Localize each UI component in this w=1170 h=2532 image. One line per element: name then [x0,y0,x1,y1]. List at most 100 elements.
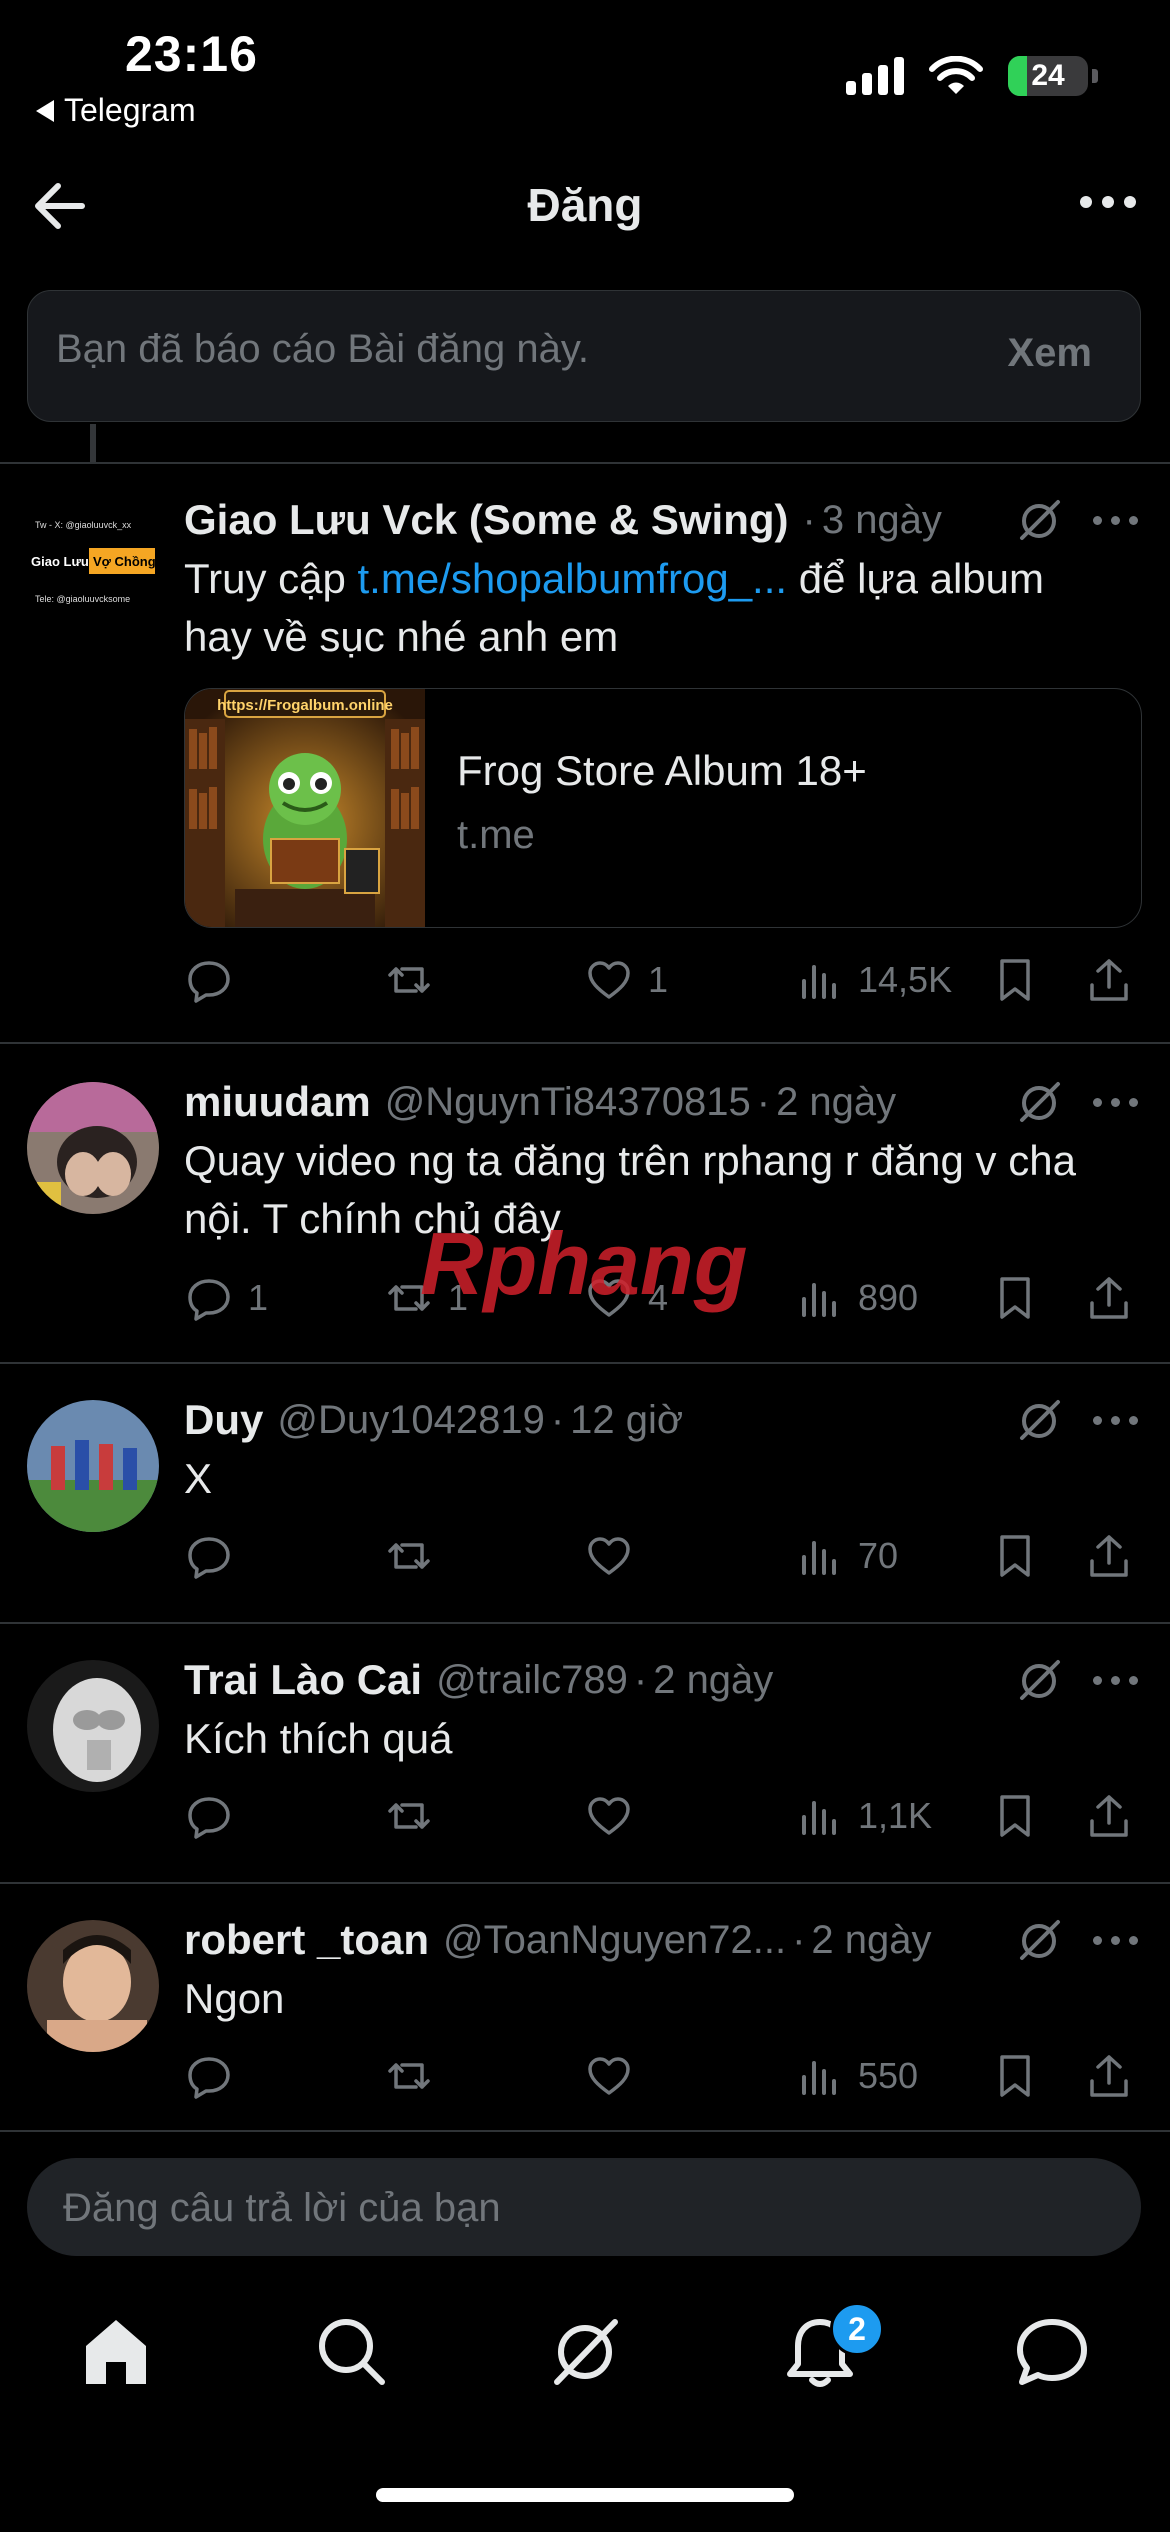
post-time[interactable]: 2 ngày [776,1080,896,1125]
views-button[interactable]: 550 [794,2046,918,2106]
avatar[interactable] [27,1920,159,2052]
link-card-domain: t.me [457,813,535,857]
post-detail-screen: 23:16 Telegram 24 Đăng Bạn đã báo cáo Bà… [0,0,1170,2532]
post-more-icon[interactable] [1093,1676,1138,1685]
views-count: 70 [858,1535,899,1576]
like-button[interactable] [584,1786,648,1846]
search-icon[interactable] [312,2312,392,2392]
share-icon[interactable] [1084,950,1134,1010]
post-link[interactable]: t.me/shopalbumfrog_... [358,555,788,602]
reply-button[interactable] [184,950,248,1010]
avatar-logo: Tw - X: @giaoluuvck_xx Giao Lưu Vợ Chồng… [27,490,159,622]
grok-icon[interactable] [1016,1398,1062,1444]
author-name[interactable]: Giao Lưu Vck (Some & Swing) [184,496,789,544]
post-header: Duy @Duy1042819 · 12 giờ [184,1390,1130,1450]
author-handle[interactable]: @ToanNguyen72... [443,1918,786,1963]
avatar[interactable] [27,1082,159,1214]
grok-icon[interactable] [1016,498,1062,544]
share-icon[interactable] [1084,2046,1134,2106]
like-button[interactable]: 1 [584,950,668,1010]
grok-icon[interactable] [545,2312,625,2392]
views-count: 1,1K [858,1795,933,1836]
views-icon [802,1801,836,1835]
avatar[interactable] [27,1400,159,1532]
reply-button[interactable] [184,1786,248,1846]
author-handle[interactable]: @NguynTi84370815 [385,1080,751,1125]
author-name[interactable]: Duy [184,1396,263,1444]
reported-banner-text: Bạn đã báo cáo Bài đăng này. [56,327,590,371]
status-icons: 24 [846,56,1098,96]
grok-icon[interactable] [1016,1918,1062,1964]
views-button[interactable]: 70 [794,1526,898,1586]
bookmark-icon[interactable] [990,1268,1040,1328]
link-card[interactable]: https://Frogalbum.online Frog Store Albu… [184,688,1142,928]
reply-button[interactable] [184,1526,248,1586]
grok-icon[interactable] [1016,1658,1062,1704]
post-header: Trai Lào Cai @trailc789 · 2 ngày [184,1650,1130,1710]
author-handle[interactable]: @trailc789 [436,1658,628,1703]
status-time: 23:16 [125,26,258,82]
repost-button[interactable] [384,1786,448,1846]
more-icon[interactable] [1080,196,1136,208]
divider [0,1622,1170,1624]
post-time[interactable]: 3 ngày [822,498,942,543]
views-icon [802,1541,836,1575]
like-button[interactable] [584,1526,648,1586]
bookmark-icon[interactable] [990,1526,1040,1586]
reply-button[interactable]: 1 [184,1268,268,1328]
home-indicator[interactable] [376,2488,794,2502]
reply-count: 1 [248,1277,269,1318]
repost-button[interactable] [384,950,448,1010]
repost-icon [388,2063,430,2089]
divider [0,1042,1170,1044]
post-more-icon[interactable] [1093,1416,1138,1425]
post-item[interactable]: robert _toan @ToanNguyen72... · 2 ngày N… [0,1910,1170,2160]
reply-icon [188,2057,230,2099]
post-time[interactable]: 12 giờ [570,1398,683,1443]
post-item[interactable]: Tw - X: @giaoluuvck_xx Giao Lưu Vợ Chồng… [0,490,1170,1030]
heart-icon [588,961,630,999]
grok-icon[interactable] [1016,1080,1062,1126]
views-count: 550 [858,2055,919,2096]
views-icon [802,965,836,999]
messages-icon[interactable] [1012,2312,1092,2392]
back-to-app-link[interactable]: Telegram [36,92,196,129]
repost-button[interactable] [384,1526,448,1586]
author-name[interactable]: miuudam [184,1078,371,1126]
thread-line [90,424,96,462]
post-more-icon[interactable] [1093,1098,1138,1107]
post-item[interactable]: Duy @Duy1042819 · 12 giờ X 70 [0,1390,1170,1640]
avatar[interactable]: Tw - X: @giaoluuvck_xx Giao Lưu Vợ Chồng… [27,490,159,622]
avatar[interactable] [27,1660,159,1792]
reply-input[interactable]: Đăng câu trả lời của bạn [27,2158,1141,2256]
post-time[interactable]: 2 ngày [653,1658,773,1703]
share-icon[interactable] [1084,1786,1134,1846]
views-button[interactable]: 14,5K [794,950,952,1010]
post-actions: 1 14,5K [184,950,1140,1010]
reply-button[interactable] [184,2046,248,2106]
views-button[interactable]: 890 [794,1268,918,1328]
bookmark-icon[interactable] [990,2046,1040,2106]
repost-button[interactable] [384,2046,448,2106]
author-name[interactable]: robert _toan [184,1916,429,1964]
view-button[interactable]: Xem [1008,331,1093,376]
author-handle[interactable]: @Duy1042819 [277,1398,544,1443]
separator: · [756,1079,771,1124]
wifi-icon [929,56,983,94]
watermark-logo: Rphang [420,1214,748,1313]
bookmark-icon[interactable] [990,1786,1040,1846]
battery-level: 24 [1031,59,1065,92]
post-text: Kích thích quá [184,1715,453,1762]
home-icon[interactable] [76,2312,156,2392]
post-more-icon[interactable] [1093,516,1138,525]
share-icon[interactable] [1084,1526,1134,1586]
author-name[interactable]: Trai Lào Cai [184,1656,422,1704]
post-more-icon[interactable] [1093,1936,1138,1945]
post-item[interactable]: Trai Lào Cai @trailc789 · 2 ngày Kích th… [0,1650,1170,1900]
post-time[interactable]: 2 ngày [811,1918,931,1963]
post-text: X [184,1455,213,1502]
views-button[interactable]: 1,1K [794,1786,932,1846]
like-button[interactable] [584,2046,648,2106]
bookmark-icon[interactable] [990,950,1040,1010]
share-icon[interactable] [1084,1268,1134,1328]
